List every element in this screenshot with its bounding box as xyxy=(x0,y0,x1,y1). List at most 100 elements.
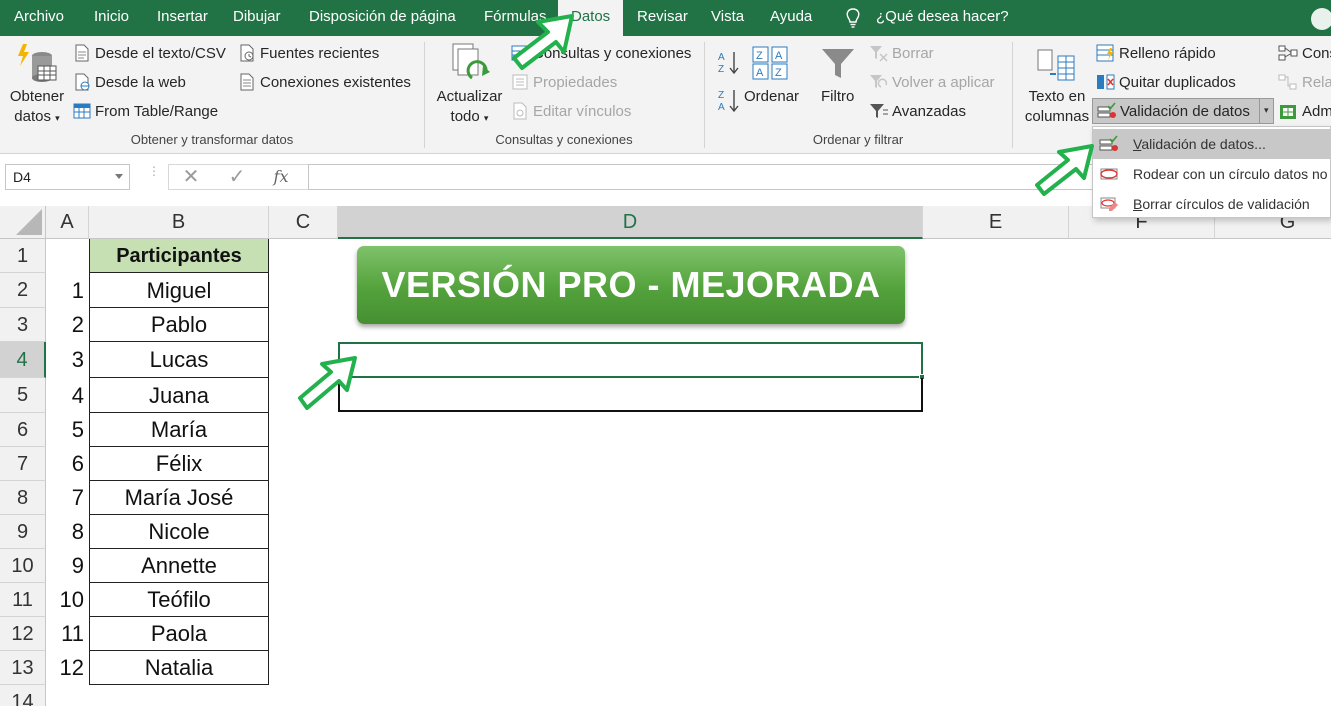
relationships-icon xyxy=(1278,74,1297,90)
row-header-10[interactable]: 10 xyxy=(0,549,46,583)
menu-item-label: Rodear con un círculo datos no válidos xyxy=(1133,166,1331,182)
filter-icon xyxy=(822,49,854,78)
text-to-columns-button[interactable]: Texto en columnas xyxy=(1022,88,1092,126)
recent-sources-button[interactable]: Fuentes recientes xyxy=(260,45,379,63)
cell-a3[interactable]: 2 xyxy=(46,308,88,342)
enter-icon[interactable]: ✓ xyxy=(220,164,254,190)
cell-b11[interactable]: Teófilo xyxy=(89,583,269,617)
from-text-csv-button[interactable]: Desde el texto/CSV xyxy=(95,45,226,63)
column-header-b[interactable]: B xyxy=(89,206,269,239)
row-header-2[interactable]: 2 xyxy=(0,273,46,308)
cell-a8[interactable]: 7 xyxy=(46,481,88,515)
select-all-button[interactable] xyxy=(0,206,46,239)
cell-d5[interactable] xyxy=(338,378,923,412)
filter-button[interactable]: Filtro xyxy=(821,88,854,106)
tab-disposicion[interactable]: Disposición de página xyxy=(309,0,456,36)
menu-item-accelerator: B xyxy=(1133,196,1143,212)
sort-z-a-icon: Z A xyxy=(718,90,739,113)
cell-a11[interactable]: 10 xyxy=(46,583,88,617)
refresh-all-button[interactable]: Actualizar todo ▾ xyxy=(432,88,507,127)
cell-b7[interactable]: Félix xyxy=(89,447,269,481)
row-header-8[interactable]: 8 xyxy=(0,481,46,515)
relationships-button[interactable]: Rela xyxy=(1302,74,1331,92)
row-header-5[interactable]: 5 xyxy=(0,378,46,413)
cell-b9[interactable]: Nicole xyxy=(89,515,269,549)
chevron-down-icon[interactable]: ▾ xyxy=(1264,105,1269,116)
get-data-button[interactable]: Obtener datos ▾ xyxy=(6,88,68,127)
cell-b5[interactable]: Juana xyxy=(89,378,269,413)
cell-b6[interactable]: María xyxy=(89,413,269,447)
insert-function-icon[interactable]: fx xyxy=(264,164,298,190)
cell-b8[interactable]: María José xyxy=(89,481,269,515)
cell-b4[interactable]: Lucas xyxy=(89,342,269,378)
data-validation-dropdown: Validación de datos... Rodear con un cír… xyxy=(1092,126,1331,218)
tab-inicio[interactable]: Inicio xyxy=(94,0,129,36)
tell-me-search[interactable]: ¿Qué desea hacer? xyxy=(876,0,1009,36)
tab-ayuda[interactable]: Ayuda xyxy=(770,0,812,36)
from-table-range-button[interactable]: From Table/Range xyxy=(95,103,218,121)
from-web-button[interactable]: Desde la web xyxy=(95,74,186,92)
cell-a12[interactable]: 11 xyxy=(46,617,88,651)
tab-archivo[interactable]: Archivo xyxy=(14,0,64,36)
tab-vista[interactable]: Vista xyxy=(711,0,744,36)
manage-data-model-button[interactable]: Adm xyxy=(1302,103,1331,121)
sort-dialog-icon: Z A A Z xyxy=(752,46,788,80)
row-header-4[interactable]: 4 xyxy=(0,342,46,378)
cell-a4[interactable]: 3 xyxy=(46,342,88,378)
cell-b3[interactable]: Pablo xyxy=(89,308,269,342)
cell-b13[interactable]: Natalia xyxy=(89,651,269,685)
row-header-13[interactable]: 13 xyxy=(0,651,46,685)
cell-d4-selected[interactable] xyxy=(338,342,925,380)
column-header-a[interactable]: A xyxy=(46,206,89,239)
name-box[interactable]: D4 xyxy=(5,164,130,190)
advanced-filter-button[interactable]: Avanzadas xyxy=(892,103,966,121)
cell-b10[interactable]: Annette xyxy=(89,549,269,583)
menu-item-label: orrar círculos de validación xyxy=(1142,196,1310,212)
tab-revisar[interactable]: Revisar xyxy=(637,0,688,36)
row-header-3[interactable]: 3 xyxy=(0,308,46,342)
cell-b1-header[interactable]: Participantes xyxy=(89,239,269,273)
worksheet-grid: A B C D E F G 1 2 3 4 5 6 7 8 9 10 11 12… xyxy=(0,206,1331,706)
tab-dibujar[interactable]: Dibujar xyxy=(233,0,281,36)
row-header-12[interactable]: 12 xyxy=(0,617,46,651)
cell-a7[interactable]: 6 xyxy=(46,447,88,481)
sort-button[interactable]: Ordenar xyxy=(744,88,799,106)
row-header-7[interactable]: 7 xyxy=(0,447,46,481)
cell-a2[interactable]: 1 xyxy=(46,273,88,308)
row-header-1[interactable]: 1 xyxy=(0,239,46,273)
clear-circles-icon xyxy=(1100,197,1118,211)
cell-b12[interactable]: Paola xyxy=(89,617,269,651)
group-label-sort-filter: Ordenar y filtrar xyxy=(812,132,904,147)
cell-a13[interactable]: 12 xyxy=(46,651,88,685)
cancel-icon[interactable]: ✕ xyxy=(174,164,208,190)
consolidate-button[interactable]: Cons xyxy=(1302,45,1331,63)
row-header-11[interactable]: 11 xyxy=(0,583,46,617)
column-header-e[interactable]: E xyxy=(923,206,1069,239)
remove-duplicates-button[interactable]: Quitar duplicados xyxy=(1119,74,1236,92)
row-header-6[interactable]: 6 xyxy=(0,413,46,447)
svg-text:Z: Z xyxy=(718,90,724,101)
menu-item-data-validation[interactable]: Validación de datos... xyxy=(1093,129,1331,159)
reapply-button[interactable]: Volver a aplicar xyxy=(892,74,995,92)
menu-item-clear-circles[interactable]: Borrar círculos de validación xyxy=(1093,189,1331,219)
column-header-d[interactable]: D xyxy=(338,206,923,239)
profile-icon[interactable] xyxy=(1300,4,1331,34)
edit-links-button[interactable]: Editar vínculos xyxy=(533,103,631,121)
clear-filter-button[interactable]: Borrar xyxy=(892,45,934,63)
cell-a5[interactable]: 4 xyxy=(46,378,88,413)
column-header-c[interactable]: C xyxy=(269,206,338,239)
cell-b2[interactable]: Miguel xyxy=(89,273,269,308)
tab-insertar[interactable]: Insertar xyxy=(157,0,208,36)
cell-a6[interactable]: 5 xyxy=(46,413,88,447)
row-header-14[interactable]: 14 xyxy=(0,685,46,706)
flash-fill-button[interactable]: Relleno rápido xyxy=(1119,45,1216,63)
cell-a10[interactable]: 9 xyxy=(46,549,88,583)
row-header-9[interactable]: 9 xyxy=(0,515,46,549)
drag-handle-icon[interactable]: ⋮ xyxy=(148,165,160,186)
chevron-down-icon xyxy=(115,174,123,179)
existing-connections-button[interactable]: Conexiones existentes xyxy=(260,74,411,92)
properties-button[interactable]: Propiedades xyxy=(533,74,617,92)
data-validation-split-button[interactable]: Validación de datos ▾ xyxy=(1092,98,1274,124)
cell-a9[interactable]: 8 xyxy=(46,515,88,549)
menu-item-circle-invalid[interactable]: Rodear con un círculo datos no válidos xyxy=(1093,159,1331,189)
